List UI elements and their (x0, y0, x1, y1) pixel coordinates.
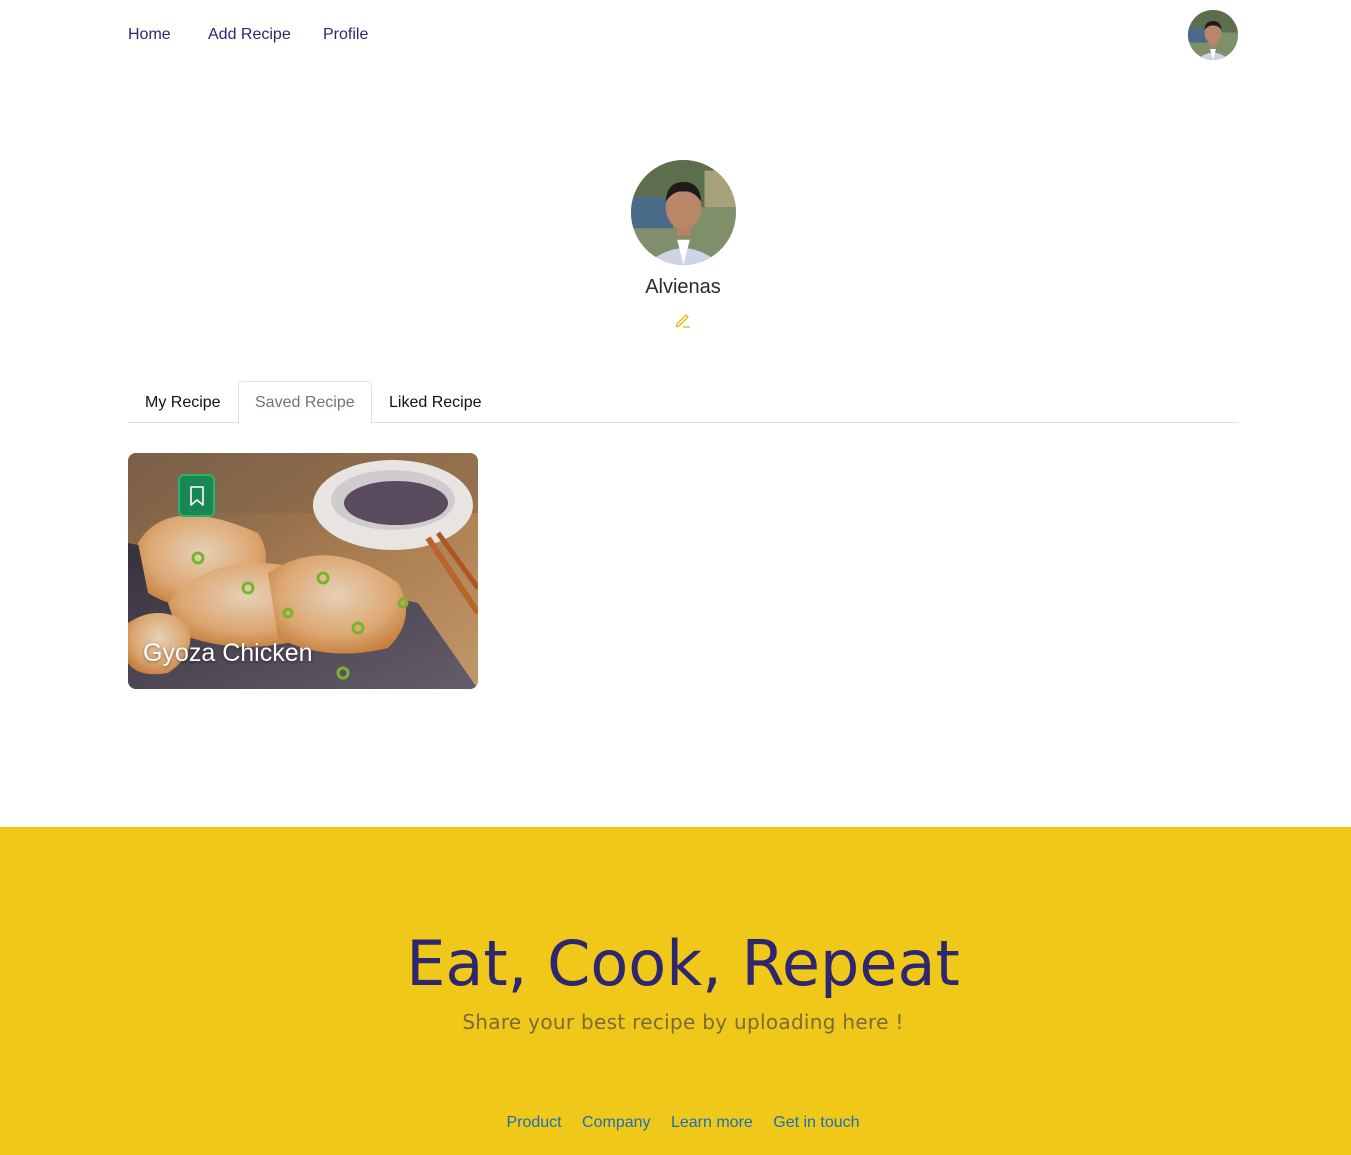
recipe-title: Gyoza Chicken (143, 639, 313, 667)
pencil-icon[interactable] (674, 311, 692, 329)
recipe-card[interactable]: Gyoza Chicken (128, 453, 478, 689)
bookmark-icon (189, 485, 204, 506)
navbar: Home Add Recipe Profile (0, 0, 1351, 70)
footer: Eat, Cook, Repeat Share your best recipe… (0, 827, 1351, 1155)
save-recipe-button[interactable] (178, 474, 215, 517)
footer-link-product[interactable]: Product (506, 1114, 561, 1131)
footer-title: Eat, Cook, Repeat (406, 927, 960, 1000)
tab-my-recipe[interactable]: My Recipe (128, 381, 238, 423)
footer-link-get-in-touch[interactable]: Get in touch (773, 1114, 859, 1131)
nav-profile-link[interactable]: Profile (323, 26, 368, 44)
recipe-tabs: My Recipe Saved Recipe Liked Recipe (128, 381, 1238, 424)
footer-link-company[interactable]: Company (582, 1114, 650, 1131)
user-avatar[interactable] (1188, 10, 1238, 60)
profile-avatar (631, 160, 736, 265)
avatar-image (1188, 10, 1238, 60)
footer-link-learn-more[interactable]: Learn more (671, 1114, 753, 1131)
footer-links: Product Company Learn more Get in touch (0, 1114, 1351, 1132)
tab-saved-recipe[interactable]: Saved Recipe (238, 381, 372, 424)
footer-subtitle: Share your best recipe by uploading here… (462, 1010, 904, 1034)
profile-name: Alvienas (645, 276, 721, 298)
profile-photo (631, 160, 736, 265)
nav-home-link[interactable]: Home (128, 26, 171, 44)
nav-add-recipe-link[interactable]: Add Recipe (208, 26, 291, 44)
tab-liked-recipe[interactable]: Liked Recipe (372, 381, 499, 423)
